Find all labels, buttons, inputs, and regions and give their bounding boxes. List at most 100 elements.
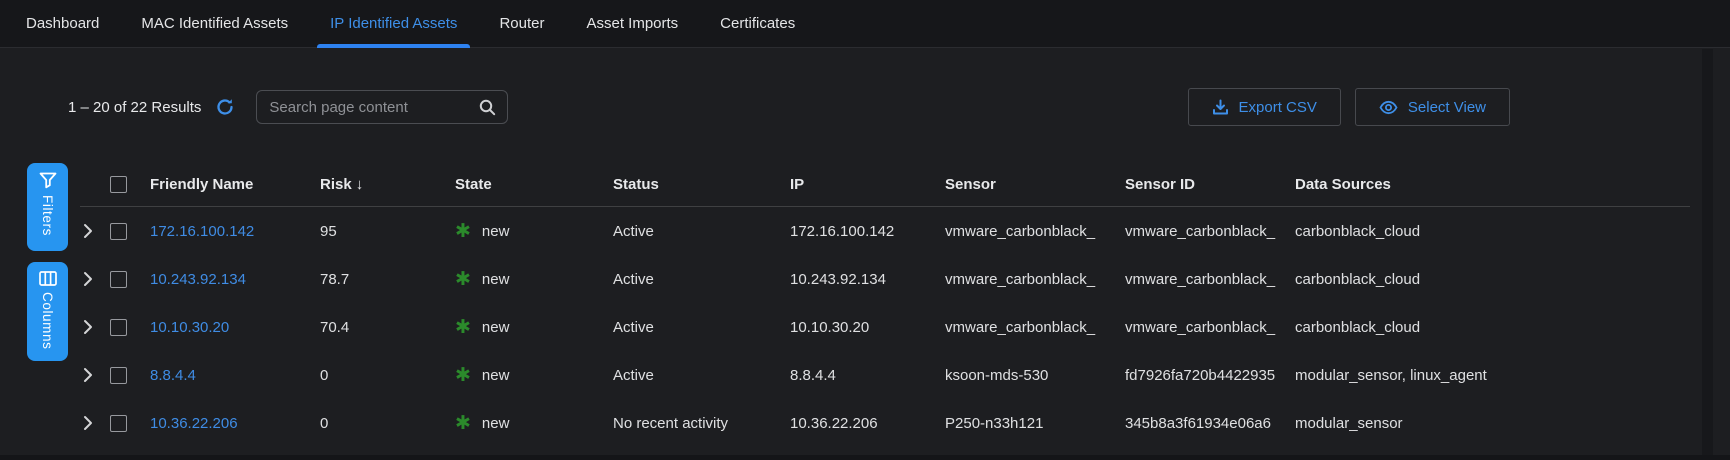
ip-value: 8.8.4.4 — [790, 367, 945, 384]
friendly-name-link[interactable]: 10.243.92.134 — [150, 271, 246, 288]
tab-asset-imports[interactable]: Asset Imports — [586, 0, 678, 48]
row-checkbox[interactable] — [110, 223, 127, 240]
row-expander[interactable] — [80, 415, 110, 431]
risk-value: 0 — [320, 367, 455, 384]
table-header-row: Friendly Name Risk↓ State Status IP Sens… — [80, 163, 1690, 207]
toolbar: 1 – 20 of 22 Results Export CSV — [68, 88, 1730, 126]
sensor-id-value: vmware_carbonblack_ — [1125, 223, 1295, 240]
sensor-id-value: vmware_carbonblack_ — [1125, 271, 1295, 288]
tab-dashboard[interactable]: Dashboard — [26, 0, 99, 48]
assets-table: Friendly Name Risk↓ State Status IP Sens… — [80, 163, 1690, 447]
green-burst-icon: ✱ — [455, 222, 471, 241]
tab-label: IP Identified Assets — [330, 15, 457, 32]
sensor-value: vmware_carbonblack_ — [945, 319, 1125, 336]
sensor-value: P250-n33h121 — [945, 415, 1125, 432]
risk-value: 95 — [320, 223, 455, 240]
filters-label: Filters — [40, 195, 55, 236]
table-row: 172.16.100.142 95 ✱ new Active 172.16.10… — [80, 207, 1690, 255]
row-checkbox[interactable] — [110, 367, 127, 384]
search-input[interactable] — [269, 99, 478, 116]
column-header-status[interactable]: Status — [613, 176, 790, 193]
chevron-right-icon — [83, 271, 93, 287]
table-body: 172.16.100.142 95 ✱ new Active 172.16.10… — [80, 207, 1690, 447]
tab-label: MAC Identified Assets — [141, 15, 288, 32]
export-csv-label: Export CSV — [1239, 99, 1317, 116]
column-header-friendly-name[interactable]: Friendly Name — [150, 176, 320, 193]
green-burst-icon: ✱ — [455, 366, 471, 385]
toolbar-actions: Export CSV Select View — [1188, 88, 1510, 126]
state-label: new — [482, 319, 510, 336]
tab-router[interactable]: Router — [499, 0, 544, 48]
sensor-id-value: vmware_carbonblack_ — [1125, 319, 1295, 336]
table-row: 10.10.30.20 70.4 ✱ new Active 10.10.30.2… — [80, 303, 1690, 351]
filters-button[interactable]: Filters — [27, 163, 68, 251]
sensor-value: vmware_carbonblack_ — [945, 271, 1125, 288]
tab-label: Dashboard — [26, 15, 99, 32]
refresh-icon[interactable] — [215, 97, 235, 117]
row-expander[interactable] — [80, 271, 110, 287]
row-expander[interactable] — [80, 319, 110, 335]
state-label: new — [482, 271, 510, 288]
data-sources-value: modular_sensor, linux_agent — [1295, 367, 1690, 384]
tab-ip-identified-assets[interactable]: IP Identified Assets — [330, 0, 457, 48]
table-row: 8.8.4.4 0 ✱ new Active 8.8.4.4 ksoon-mds… — [80, 351, 1690, 399]
columns-button[interactable]: Columns — [27, 262, 68, 361]
friendly-name-link[interactable]: 10.10.30.20 — [150, 319, 229, 336]
tab-bar: Dashboard MAC Identified Assets IP Identif… — [0, 0, 1730, 48]
row-checkbox[interactable] — [110, 319, 127, 336]
tab-label: Router — [499, 15, 544, 32]
ip-value: 172.16.100.142 — [790, 223, 945, 240]
column-header-sensor[interactable]: Sensor — [945, 176, 1125, 193]
columns-label: Columns — [40, 292, 55, 349]
table-row: 10.36.22.206 0 ✱ new No recent activity … — [80, 399, 1690, 447]
risk-value: 78.7 — [320, 271, 455, 288]
filter-icon — [39, 172, 57, 189]
status-value: No recent activity — [613, 415, 790, 432]
vertical-scrollbar[interactable] — [1702, 49, 1713, 460]
column-header-risk[interactable]: Risk↓ — [320, 176, 455, 193]
sensor-value: ksoon-mds-530 — [945, 367, 1125, 384]
select-all-checkbox[interactable] — [110, 176, 127, 193]
download-icon — [1212, 99, 1229, 116]
search-box — [256, 90, 508, 124]
ip-value: 10.243.92.134 — [790, 271, 945, 288]
row-checkbox[interactable] — [110, 271, 127, 288]
friendly-name-link[interactable]: 10.36.22.206 — [150, 415, 238, 432]
row-expander[interactable] — [80, 223, 110, 239]
green-burst-icon: ✱ — [455, 270, 471, 289]
data-sources-value: carbonblack_cloud — [1295, 271, 1690, 288]
column-header-data-sources[interactable]: Data Sources — [1295, 176, 1690, 193]
ip-value: 10.10.30.20 — [790, 319, 945, 336]
data-sources-value: carbonblack_cloud — [1295, 223, 1690, 240]
row-checkbox[interactable] — [110, 415, 127, 432]
sort-desc-icon: ↓ — [356, 176, 364, 193]
select-view-button[interactable]: Select View — [1355, 88, 1510, 126]
tab-certificates[interactable]: Certificates — [720, 0, 795, 48]
row-expander[interactable] — [80, 367, 110, 383]
column-header-ip[interactable]: IP — [790, 176, 945, 193]
sensor-id-value: fd7926fa720b4422935 — [1125, 367, 1295, 384]
status-value: Active — [613, 319, 790, 336]
sensor-id-value: 345b8a3f61934e06a6 — [1125, 415, 1295, 432]
friendly-name-link[interactable]: 8.8.4.4 — [150, 367, 196, 384]
chevron-right-icon — [83, 415, 93, 431]
risk-value: 0 — [320, 415, 455, 432]
green-burst-icon: ✱ — [455, 318, 471, 337]
column-header-sensor-id[interactable]: Sensor ID — [1125, 176, 1295, 193]
column-header-state[interactable]: State — [455, 176, 613, 193]
active-tab-underline — [317, 44, 470, 48]
tab-label: Asset Imports — [586, 15, 678, 32]
state-label: new — [482, 223, 510, 240]
state-label: new — [482, 415, 510, 432]
risk-value: 70.4 — [320, 319, 455, 336]
export-csv-button[interactable]: Export CSV — [1188, 88, 1341, 126]
tab-mac-identified-assets[interactable]: MAC Identified Assets — [141, 0, 288, 48]
search-icon[interactable] — [478, 98, 497, 117]
bottom-divider — [0, 455, 1730, 460]
data-sources-value: modular_sensor — [1295, 415, 1690, 432]
eye-icon — [1379, 100, 1398, 115]
chevron-right-icon — [83, 223, 93, 239]
friendly-name-link[interactable]: 172.16.100.142 — [150, 223, 254, 240]
tab-label: Certificates — [720, 15, 795, 32]
status-value: Active — [613, 271, 790, 288]
